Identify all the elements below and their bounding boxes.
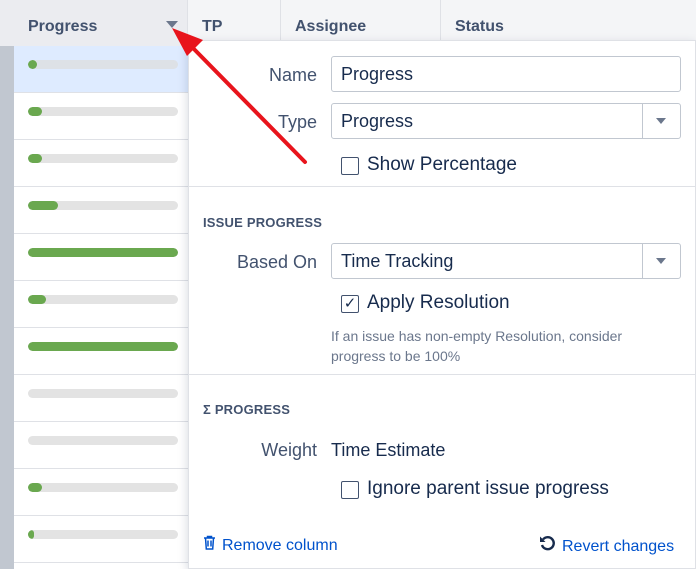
remove-column-button[interactable]: Remove column — [203, 535, 338, 555]
table-row[interactable] — [14, 187, 188, 234]
progress-bar-fill — [28, 530, 34, 539]
progress-bar-fill — [28, 342, 178, 351]
type-select[interactable]: Progress — [331, 103, 681, 139]
progress-bar-fill — [28, 248, 178, 257]
column-header-tp-label: TP — [202, 18, 223, 35]
weight-label: Weight — [261, 440, 317, 460]
type-label: Type — [277, 112, 317, 132]
table-row[interactable] — [14, 234, 188, 281]
progress-bar — [28, 483, 178, 492]
remove-column-label: Remove column — [222, 537, 338, 554]
trash-icon — [203, 535, 216, 555]
sigma-progress-heading: Σ PROGRESS — [203, 402, 291, 417]
progress-bar-fill — [28, 60, 37, 69]
progress-bar — [28, 201, 178, 210]
general-section: Name Progress Type Progress Show Percent… — [189, 41, 695, 187]
table-row[interactable] — [14, 46, 188, 93]
table-row[interactable] — [14, 140, 188, 187]
name-label: Name — [268, 65, 317, 85]
table-row[interactable] — [14, 422, 188, 469]
ignore-parent-checkbox[interactable] — [341, 481, 359, 499]
table-row[interactable] — [14, 469, 188, 516]
revert-changes-button[interactable]: Revert changes — [539, 535, 674, 556]
progress-bar — [28, 60, 178, 69]
chevron-down-icon[interactable] — [642, 104, 680, 138]
panel-footer: Remove column Revert changes — [189, 521, 695, 569]
progress-bar — [28, 436, 178, 445]
progress-bar-fill — [28, 154, 42, 163]
based-on-label: Based On — [236, 252, 317, 272]
based-on-select[interactable]: Time Tracking — [331, 243, 681, 279]
revert-changes-label: Revert changes — [562, 538, 675, 555]
table-row[interactable] — [14, 328, 188, 375]
undo-icon — [539, 535, 556, 556]
issue-progress-heading: ISSUE PROGRESS — [203, 215, 323, 230]
progress-bar — [28, 342, 178, 351]
show-percentage-label[interactable]: Show Percentage — [367, 154, 517, 176]
apply-resolution-checkbox[interactable]: ✓ — [341, 295, 359, 313]
progress-bar — [28, 248, 178, 257]
progress-bar-fill — [28, 107, 42, 116]
apply-resolution-label[interactable]: Apply Resolution — [367, 292, 510, 314]
column-header-assignee-label: Assignee — [295, 18, 367, 35]
progress-bar-fill — [28, 295, 46, 304]
column-menu-caret-icon[interactable] — [166, 21, 178, 28]
progress-bar — [28, 530, 178, 539]
column-header-progress[interactable]: Progress — [0, 0, 188, 46]
progress-bar-fill — [28, 483, 42, 492]
progress-bar — [28, 295, 178, 304]
table-row[interactable] — [14, 281, 188, 328]
column-header-progress-label: Progress — [28, 18, 98, 35]
table-row[interactable] — [14, 375, 188, 422]
based-on-select-value: Time Tracking — [341, 251, 454, 271]
progress-bar — [28, 389, 178, 398]
column-header-status-label: Status — [455, 18, 504, 35]
resolution-hint: If an issue has non-empty Resolution, co… — [331, 328, 623, 364]
table-row[interactable] — [14, 516, 188, 563]
row-gutter — [0, 46, 14, 569]
table-row[interactable] — [14, 93, 188, 140]
show-percentage-checkbox[interactable] — [341, 157, 359, 175]
type-select-value: Progress — [341, 111, 414, 131]
weight-value: Time Estimate — [331, 440, 446, 460]
progress-bar — [28, 154, 178, 163]
progress-bar-fill — [28, 201, 58, 210]
sigma-progress-section: Σ PROGRESS Weight Time Estimate Ignore p… — [189, 375, 695, 521]
chevron-down-icon[interactable] — [642, 244, 680, 278]
progress-bar — [28, 107, 178, 116]
ignore-parent-label[interactable]: Ignore parent issue progress — [367, 478, 609, 500]
name-input[interactable]: Progress — [331, 56, 681, 92]
column-settings-panel: Name Progress Type Progress Show Percent… — [188, 40, 696, 569]
issue-progress-section: ISSUE PROGRESS Based On Time Tracking ✓ … — [189, 187, 695, 375]
progress-rows — [14, 46, 188, 563]
